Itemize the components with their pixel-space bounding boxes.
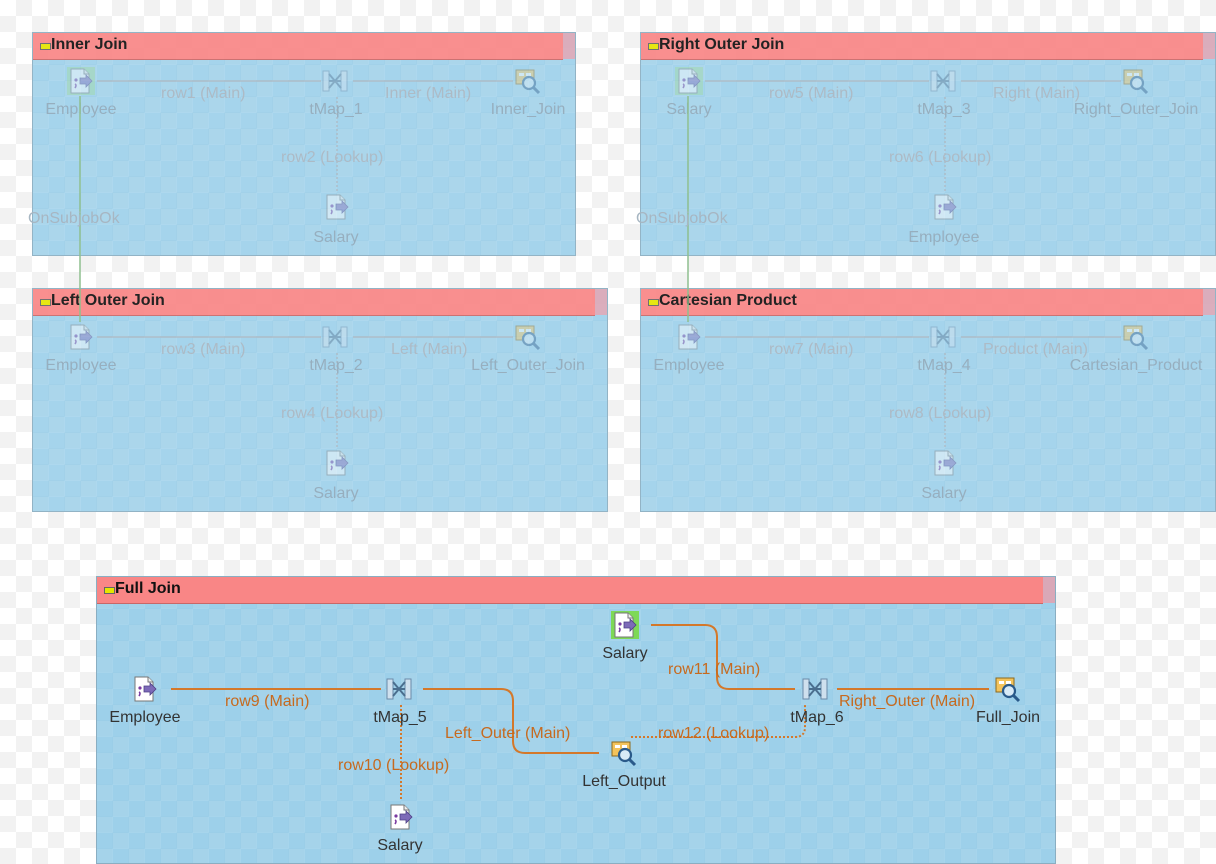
node-label-full-join: Full_Join [975,709,1041,726]
node-label-salary-top: Salary [602,645,648,662]
node-label-left-output: Left_Output [582,773,666,790]
link-label-right-outer[interactable]: Right_Outer (Main) [839,693,975,711]
tmap-icon[interactable] [801,675,829,703]
log-row-icon[interactable] [609,739,637,767]
log-row-icon[interactable] [993,675,1021,703]
link-label-row11[interactable]: row11 (Main) [668,661,760,679]
trigger-label[interactable]: OnSubjobOk [636,210,728,228]
node-label-salary-bottom: Salary [377,837,423,854]
tmap-icon[interactable] [385,675,413,703]
node-label-tmap6: tMap_6 [790,709,844,726]
link-label-row12[interactable]: row12 (Lookup) [658,725,769,743]
file-input-icon[interactable] [387,803,415,831]
link-label-row9[interactable]: row9 (Main) [225,693,309,711]
link-label-row10[interactable]: row10 (Lookup) [338,757,449,775]
node-label-employee: Employee [109,709,181,726]
trigger-label[interactable]: OnSubjobOk [28,210,120,228]
file-input-icon[interactable] [131,675,159,703]
connections [171,624,989,801]
node-label-tmap5: tMap_5 [373,709,427,726]
link-label-left-outer[interactable]: Left_Outer (Main) [445,725,570,743]
subjob-full-join[interactable]: Full Join Employee Salary tMap_5 tMap_6 … [96,576,1056,864]
file-input-icon[interactable] [611,611,639,639]
